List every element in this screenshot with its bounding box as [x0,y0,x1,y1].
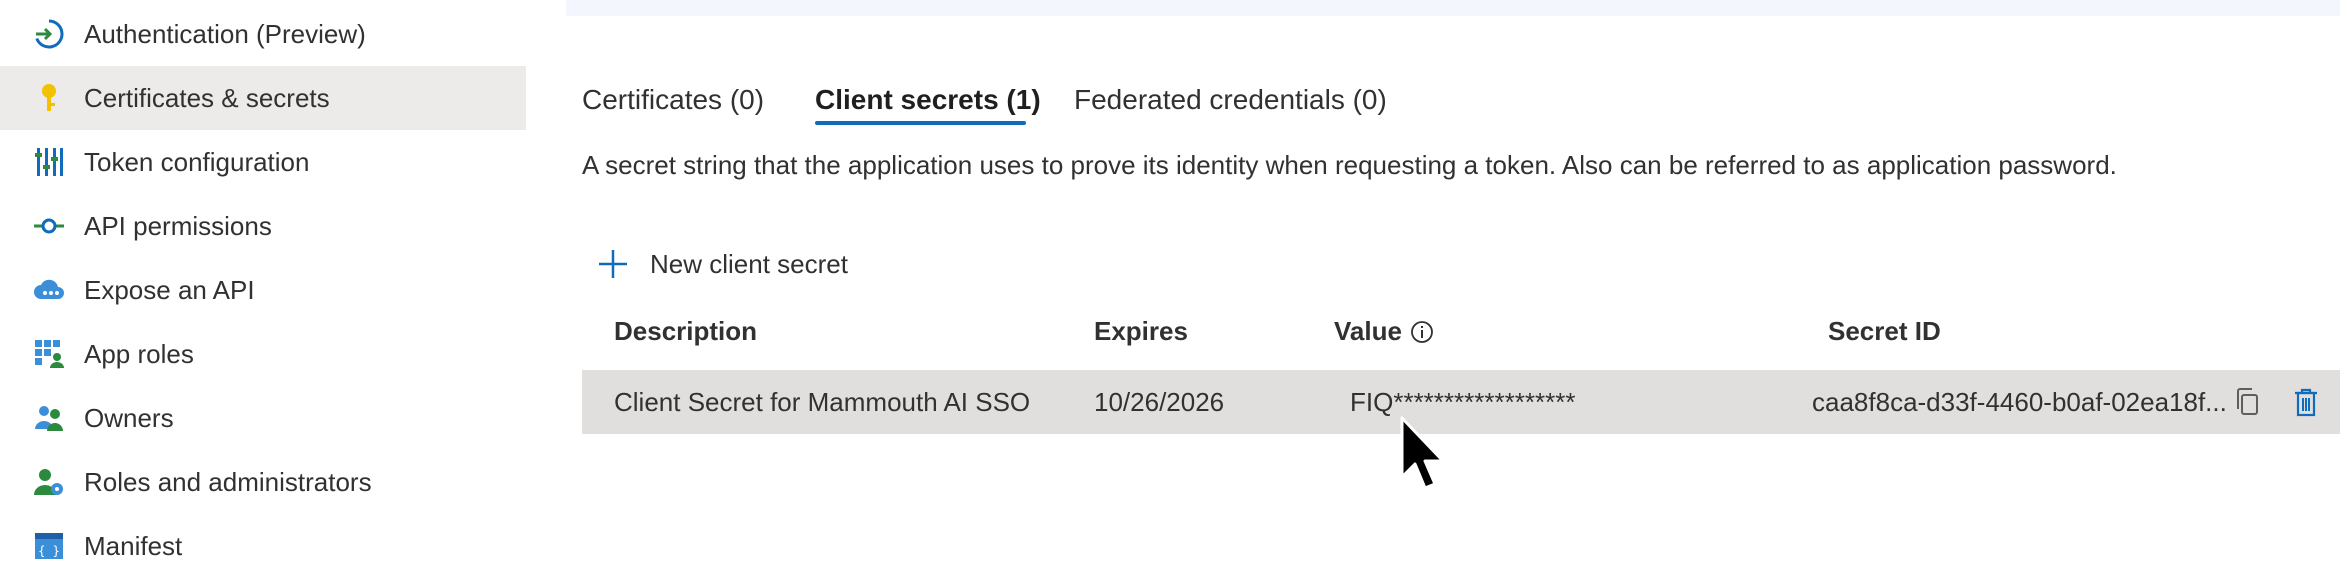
app-roles-icon [32,337,66,371]
tab-federated-credentials[interactable]: Federated credentials (0) [1074,74,1387,126]
info-banner [566,0,2340,16]
column-header-value[interactable]: Value [1334,316,1434,347]
sidebar-item-label: Owners [84,402,174,433]
sidebar-item-label: Roles and administrators [84,466,372,497]
sidebar-item-owners[interactable]: Owners [0,386,526,450]
sidebar-item-label: Token configuration [84,146,310,177]
sidebar-item-label: App roles [84,338,194,369]
secret-description-cell: Client Secret for Mammouth AI SSO [614,386,1031,417]
secret-id-cell[interactable]: caa8f8ca-d33f-4460-b0af-02ea18f... [1812,370,2227,434]
tab-client-secrets[interactable]: Client secrets (1) [815,74,1041,126]
sidebar-item-authentication[interactable]: Authentication (Preview) [0,2,526,66]
new-client-secret-label: New client secret [650,248,848,279]
owners-icon [32,401,66,435]
copy-icon[interactable] [2232,386,2264,418]
svg-text:{ }: { } [38,544,60,558]
cloud-api-icon [32,273,66,307]
roles-admin-icon [32,465,66,499]
sidebar-item-certificates-secrets[interactable]: Certificates & secrets [0,66,526,130]
secret-expires-cell: 10/26/2026 [1094,386,1225,417]
column-header-expires[interactable]: Expires [1094,316,1188,347]
column-header-description[interactable]: Description [614,316,757,347]
api-permissions-icon [32,209,66,243]
delete-icon[interactable] [2290,386,2322,418]
active-tab-indicator [815,121,1026,125]
column-header-secret-id[interactable]: Secret ID [1828,316,1941,347]
sidebar-item-label: Certificates & secrets [84,82,330,113]
manifest-icon: { } [32,529,66,563]
new-client-secret-button[interactable]: New client secret [596,242,848,286]
sidebar-item-label: Authentication (Preview) [84,18,366,49]
token-config-icon [32,145,66,179]
info-icon[interactable] [1410,320,1434,344]
sidebar-item-token-configuration[interactable]: Token configuration [0,130,526,194]
sidebar-item-manifest[interactable]: { } Manifest [0,514,526,578]
sidebar-item-label: Expose an API [84,274,255,305]
secret-value-cell[interactable]: FIQ****************** [1350,370,1575,434]
sidebar-item-label: Manifest [84,530,183,561]
plus-icon [599,250,627,278]
sidebar-item-roles-administrators[interactable]: Roles and administrators [0,450,526,514]
sidebar-item-app-roles[interactable]: App roles [0,322,526,386]
authentication-icon [32,17,66,51]
key-icon [32,81,66,115]
tab-certificates[interactable]: Certificates (0) [582,74,764,126]
sidebar-item-expose-api[interactable]: Expose an API [0,258,526,322]
client-secrets-description: A secret string that the application use… [582,150,2117,180]
sidebar-item-api-permissions[interactable]: API permissions [0,194,526,258]
sidebar-item-label: API permissions [84,210,272,241]
sidebar: Authentication (Preview) Certificates & … [0,0,526,570]
